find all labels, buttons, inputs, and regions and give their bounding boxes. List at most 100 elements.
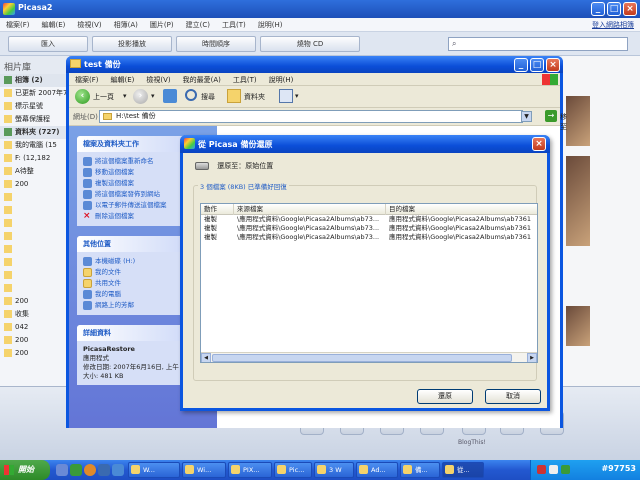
back-arrow-icon[interactable]: ‹ [75, 89, 90, 104]
library-folder[interactable]: 200 [0, 347, 69, 360]
library-folder[interactable]: 已更新 2007年7 [0, 87, 69, 100]
picasa-maximize-button[interactable]: □ [607, 2, 621, 16]
library-folder[interactable]: 200 [0, 295, 69, 308]
taskbar-window-button[interactable]: W... [128, 462, 180, 478]
library-folder[interactable] [0, 204, 69, 217]
desktop-icon[interactable] [56, 464, 68, 476]
library-folder[interactable]: 200 [0, 334, 69, 347]
photo-thumbnail[interactable] [566, 306, 590, 346]
tray-app-icon[interactable] [537, 465, 546, 474]
library-folder[interactable]: 螢幕保護程 [0, 113, 69, 126]
library-folder[interactable]: 我的電腦 (15 [0, 139, 69, 152]
taskbar-window-button[interactable]: 3 W [314, 462, 354, 478]
back-button-label[interactable]: 上一頁 [93, 92, 114, 102]
picasa-menu-file[interactable]: 檔案(F) [6, 20, 30, 29]
table-row[interactable]: 複製 \應用程式資料\Google\Picasa2Albums\ab73... 應用… [201, 215, 537, 224]
firefox-icon[interactable] [84, 464, 96, 476]
taskbar-window-button[interactable]: 備... [400, 462, 440, 478]
picasa-menu-create[interactable]: 建立(C) [186, 20, 210, 29]
library-folder[interactable] [0, 243, 69, 256]
library-folder[interactable] [0, 230, 69, 243]
slideshow-button[interactable]: 投影播放 [92, 36, 172, 52]
explorer-menu-favorites[interactable]: 我的最愛(A) [183, 75, 221, 84]
table-row[interactable]: 複製 \應用程式資料\Google\Picasa2Albums\ab73... 應用… [201, 224, 537, 233]
media-icon[interactable] [70, 464, 82, 476]
views-icon[interactable] [279, 89, 293, 103]
taskbar-window-button[interactable]: Ad... [356, 462, 398, 478]
picasa-menu-help[interactable]: 說明(H) [258, 20, 283, 29]
explorer-menu-view[interactable]: 檢視(V) [146, 75, 170, 84]
library-folder[interactable] [0, 217, 69, 230]
explorer-menu-tools[interactable]: 工具(T) [233, 75, 257, 84]
explorer-close-button[interactable]: × [546, 58, 560, 72]
start-button[interactable]: 開始 [0, 460, 50, 480]
collapse-icon[interactable] [4, 76, 12, 84]
address-input[interactable]: H:\test 備份 [99, 110, 523, 123]
picasa-search-input[interactable]: ⌕ [448, 37, 628, 51]
library-folder[interactable] [0, 256, 69, 269]
cancel-button[interactable]: 取消 [485, 389, 541, 404]
import-button[interactable]: 匯入 [8, 36, 88, 52]
library-folder[interactable]: 收集 [0, 308, 69, 321]
picasa-minimize-button[interactable]: _ [591, 2, 605, 16]
timeline-button[interactable]: 時間順序 [176, 36, 256, 52]
explorer-minimize-button[interactable]: _ [514, 58, 528, 72]
tray-security-icon[interactable] [561, 465, 570, 474]
address-dropdown-icon[interactable]: ▼ [521, 111, 532, 122]
folders-button-label[interactable]: 資料夾 [244, 92, 265, 102]
library-folder[interactable]: 042 [0, 321, 69, 334]
library-folder[interactable]: 標示星號 [0, 100, 69, 113]
taskbar-window-button[interactable]: PIX... [228, 462, 272, 478]
picasa-menu-album[interactable]: 相簿(A) [114, 20, 138, 29]
messenger-icon[interactable] [112, 464, 124, 476]
burn-cd-button[interactable]: 燒物 CD [260, 36, 360, 52]
photo-thumbnail[interactable] [566, 96, 590, 146]
library-folder[interactable]: A待整 [0, 165, 69, 178]
table-row[interactable]: 複製 \應用程式資料\Google\Picasa2Albums\ab73... 應用… [201, 233, 537, 242]
explorer-maximize-button[interactable]: □ [530, 58, 544, 72]
clock[interactable]: #97753 [601, 464, 636, 473]
scroll-thumb[interactable] [212, 354, 512, 362]
collapse-icon[interactable] [4, 128, 12, 136]
go-button-label[interactable]: 移至 [560, 112, 567, 132]
views-dropdown-icon[interactable]: ▾ [295, 92, 299, 100]
taskbar-window-button[interactable]: Wi... [182, 462, 226, 478]
library-folder[interactable]: F: (12,182 [0, 152, 69, 165]
horizontal-scrollbar[interactable]: ◀ ▶ [201, 352, 537, 362]
picasa-menu-picture[interactable]: 圖片(P) [150, 20, 174, 29]
photo-thumbnail[interactable] [566, 156, 590, 246]
forward-dropdown-icon[interactable]: ▾ [151, 92, 155, 100]
library-folder[interactable] [0, 269, 69, 282]
tray-network-icon[interactable] [549, 465, 558, 474]
picasa-menu-edit[interactable]: 編輯(E) [42, 20, 66, 29]
library-folder[interactable] [0, 191, 69, 204]
search-button-label[interactable]: 搜尋 [201, 92, 215, 102]
column-action[interactable]: 動作 [201, 204, 234, 215]
explorer-menu-file[interactable]: 檔案(F) [75, 75, 99, 84]
explorer-menu-edit[interactable]: 編輯(E) [111, 75, 135, 84]
library-section[interactable]: 資料夾 (727) [0, 126, 69, 139]
library-section[interactable]: 相簿 (2) [0, 74, 69, 87]
dialog-close-button[interactable]: × [532, 137, 546, 151]
explorer-menu-help[interactable]: 說明(H) [269, 75, 294, 84]
folder-up-icon[interactable] [163, 89, 177, 103]
scroll-right-icon[interactable]: ▶ [527, 353, 537, 362]
go-arrow-icon[interactable]: → [545, 110, 557, 122]
picasa-menu-view[interactable]: 檢視(V) [77, 20, 101, 29]
picasa-close-button[interactable]: × [623, 2, 637, 16]
taskbar-window-button[interactable]: 從... [442, 462, 484, 478]
column-source[interactable]: 來源檔案 [234, 204, 386, 215]
restore-button[interactable]: 還原 [417, 389, 473, 404]
taskbar-window-button[interactable]: Pic... [274, 462, 312, 478]
back-dropdown-icon[interactable]: ▾ [123, 92, 127, 100]
scroll-left-icon[interactable]: ◀ [201, 353, 211, 362]
column-destination[interactable]: 目的檔案 [386, 204, 537, 215]
ie-icon[interactable] [98, 464, 110, 476]
picasa-menu-tools[interactable]: 工具(T) [222, 20, 246, 29]
signin-link[interactable]: 登入網路相簿 [592, 20, 634, 30]
library-folder[interactable] [0, 282, 69, 295]
search-icon[interactable] [185, 89, 197, 101]
library-folder[interactable]: 200 [0, 178, 69, 191]
forward-arrow-icon[interactable]: › [133, 89, 148, 104]
folders-icon[interactable] [227, 89, 241, 103]
